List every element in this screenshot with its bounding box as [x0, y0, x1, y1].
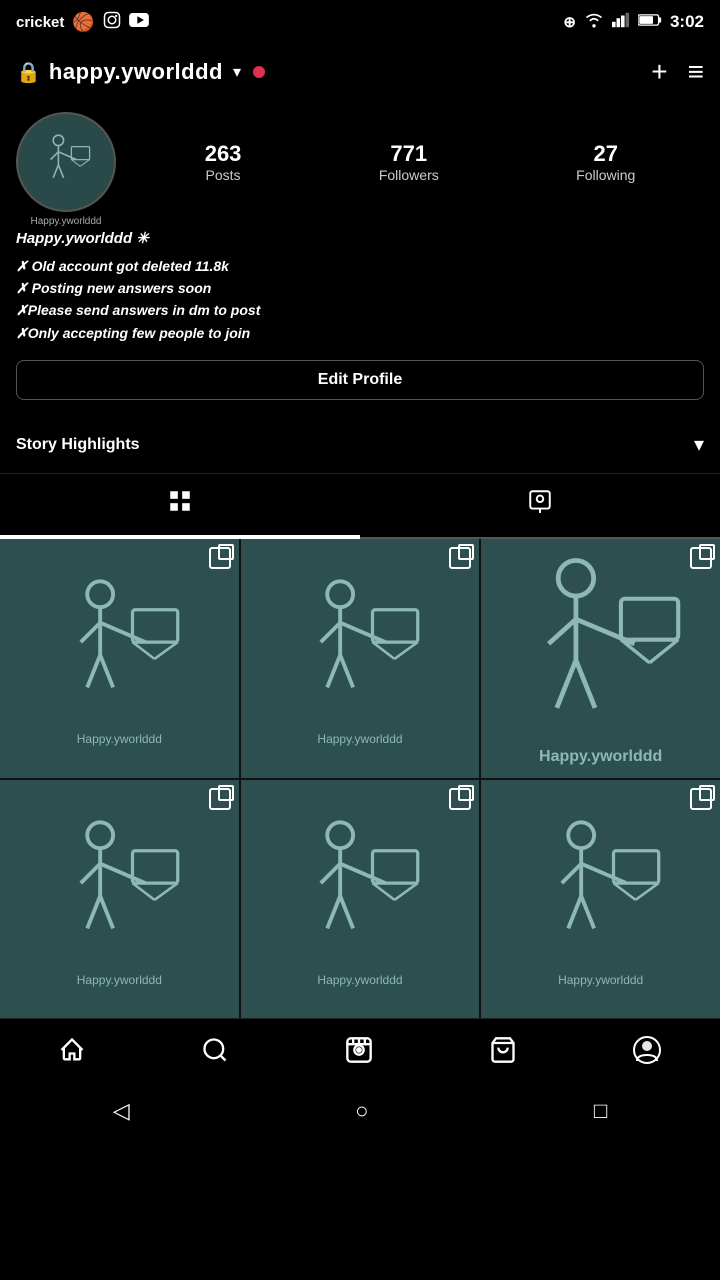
following-stat: 27 Following — [576, 141, 635, 183]
tab-tagged[interactable] — [360, 474, 720, 537]
posts-count: 263 — [205, 141, 242, 167]
recents-button[interactable]: □ — [594, 1098, 607, 1124]
nav-profile[interactable] — [616, 1031, 678, 1076]
app-header: 🔒 happy.yworlddd ▾ + ≡ — [0, 44, 720, 100]
posts-stat: 263 Posts — [205, 141, 242, 183]
header-left: 🔒 happy.yworlddd ▾ — [16, 59, 265, 85]
tagged-icon — [527, 488, 553, 521]
story-highlights-label: Story Highlights — [16, 436, 140, 454]
followers-stat: 771 Followers — [379, 141, 439, 183]
multi-post-icon — [449, 788, 471, 810]
story-highlights-section[interactable]: Story Highlights ▾ — [0, 416, 720, 474]
battery-icon — [638, 13, 662, 31]
profile-stats: 263 Posts 771 Followers 27 Following — [136, 141, 704, 183]
header-right: + ≡ — [651, 56, 704, 88]
nav-shop[interactable] — [473, 1032, 533, 1075]
home-icon — [58, 1036, 86, 1071]
bio-line-3: ✗Please send answers in dm to post — [16, 299, 704, 321]
username-label: happy.yworlddd — [49, 59, 223, 85]
alarm-icon: ⊕ — [563, 13, 576, 31]
system-navigation: ◁ ○ □ — [0, 1084, 720, 1138]
nba-icon: 🏀 — [72, 12, 94, 33]
bio-line-2: ✗ Posting new answers soon — [16, 277, 704, 299]
wifi-icon — [584, 12, 604, 32]
content-tabs — [0, 474, 720, 537]
dropdown-icon[interactable]: ▾ — [233, 62, 241, 82]
grid-item[interactable]: Happy.yworlddd — [481, 780, 720, 1019]
edit-profile-button[interactable]: Edit Profile — [16, 360, 704, 400]
instagram-status-icon — [103, 11, 121, 33]
signal-icon — [612, 12, 630, 32]
bio-line-1: ✗ Old account got deleted 11.8k — [16, 255, 704, 277]
tab-grid[interactable] — [0, 474, 360, 537]
notification-dot — [253, 66, 265, 78]
status-right: ⊕ 3:02 — [563, 12, 704, 32]
photo-grid: Happy.yworlddd Happy.yworlddd — [0, 539, 720, 1018]
chevron-down-icon: ▾ — [694, 432, 704, 457]
following-count: 27 — [593, 141, 617, 167]
grid-item-label: Happy.yworlddd — [558, 973, 643, 987]
grid-item-label: Happy.yworlddd — [317, 732, 402, 746]
status-bar: cricket 🏀 ⊕ 3:02 — [0, 0, 720, 44]
followers-label: Followers — [379, 167, 439, 183]
profile-top: Happy.yworlddd 263 Posts 771 Followers 2… — [16, 112, 704, 212]
avatar[interactable] — [16, 112, 116, 212]
menu-button[interactable]: ≡ — [688, 56, 704, 88]
grid-item[interactable]: Happy.yworlddd — [0, 539, 239, 778]
bio-name: Happy.yworlddd ✳ — [16, 228, 704, 251]
profile-icon — [632, 1035, 662, 1072]
youtube-status-icon — [129, 13, 149, 31]
grid-item-label: Happy.yworlddd — [77, 973, 162, 987]
avatar-label: Happy.yworlddd — [16, 216, 116, 227]
following-label: Following — [576, 167, 635, 183]
followers-count: 771 — [390, 141, 427, 167]
grid-item-label: Happy.yworlddd — [77, 732, 162, 746]
add-content-button[interactable]: + — [651, 56, 667, 88]
avatar-container[interactable]: Happy.yworlddd — [16, 112, 116, 212]
back-button[interactable]: ◁ — [113, 1098, 130, 1124]
bio-section: Happy.yworlddd ✳ ✗ Old account got delet… — [16, 228, 704, 344]
bottom-navigation — [0, 1018, 720, 1084]
profile-section: Happy.yworlddd 263 Posts 771 Followers 2… — [0, 100, 720, 416]
bio-line-4: ✗Only accepting few people to join — [16, 322, 704, 344]
time-label: 3:02 — [670, 12, 704, 32]
grid-item[interactable]: Happy.yworlddd — [0, 780, 239, 1019]
nav-home[interactable] — [42, 1032, 102, 1075]
grid-item-label: Happy.yworlddd — [539, 748, 662, 766]
nav-reels[interactable] — [329, 1032, 389, 1075]
search-icon — [201, 1036, 229, 1071]
lock-icon: 🔒 — [16, 60, 41, 85]
grid-item-label: Happy.yworlddd — [317, 973, 402, 987]
grid-item[interactable]: Happy.yworlddd — [481, 539, 720, 778]
multi-post-icon — [209, 547, 231, 569]
home-button[interactable]: ○ — [355, 1098, 368, 1124]
reels-icon — [345, 1036, 373, 1071]
nav-search[interactable] — [185, 1032, 245, 1075]
multi-post-icon — [690, 547, 712, 569]
multi-post-icon — [209, 788, 231, 810]
grid-icon — [167, 488, 193, 521]
grid-item[interactable]: Happy.yworlddd — [241, 780, 480, 1019]
grid-item[interactable]: Happy.yworlddd — [241, 539, 480, 778]
multi-post-icon — [449, 547, 471, 569]
multi-post-icon — [690, 788, 712, 810]
carrier-label: cricket — [16, 14, 64, 31]
shop-icon — [489, 1036, 517, 1071]
posts-label: Posts — [206, 167, 241, 183]
status-left: cricket 🏀 — [16, 11, 149, 33]
